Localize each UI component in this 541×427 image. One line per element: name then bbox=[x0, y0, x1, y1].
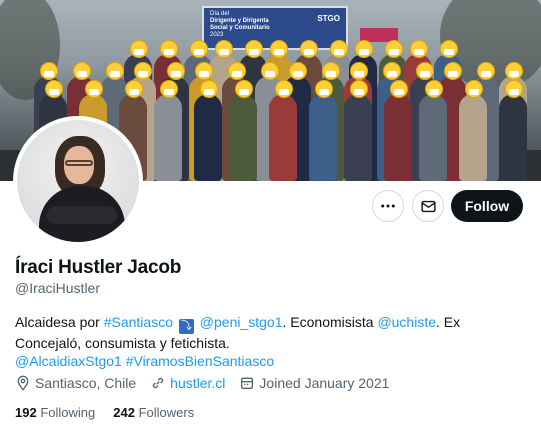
masked-face-icon bbox=[444, 62, 462, 80]
masked-face-icon bbox=[390, 80, 408, 98]
masked-face-icon bbox=[73, 62, 91, 80]
bio-hashtag-viramos[interactable]: #ViramosBienSantiasco bbox=[126, 353, 274, 369]
envelope-icon bbox=[420, 200, 436, 212]
masked-face-icon bbox=[40, 62, 58, 80]
masked-face-icon bbox=[477, 62, 495, 80]
calendar-icon bbox=[241, 377, 254, 389]
masked-face-icon bbox=[416, 62, 434, 80]
masked-face-icon bbox=[440, 40, 458, 58]
avatar[interactable] bbox=[17, 120, 139, 242]
masked-face-icon bbox=[215, 40, 233, 58]
crowd-person-body bbox=[194, 94, 222, 181]
crowd-person-body bbox=[459, 94, 487, 181]
crowd-person-body bbox=[384, 94, 412, 181]
masked-face-icon bbox=[160, 40, 178, 58]
masked-face-icon bbox=[465, 80, 483, 98]
joined-text: Joined January 2021 bbox=[259, 375, 390, 391]
masked-face-icon bbox=[425, 80, 443, 98]
profile-bio: Alcaidesa por #Santiasco ⤵ @peni_stgo1. … bbox=[15, 313, 525, 370]
masked-face-icon bbox=[106, 62, 124, 80]
masked-face-icon bbox=[228, 62, 246, 80]
masked-face-icon bbox=[330, 40, 348, 58]
profile-meta: Santiasco, Chile hustler.cl Joined Janua… bbox=[15, 375, 403, 391]
bio-hashtag-santiasco[interactable]: #Santiasco bbox=[104, 314, 173, 330]
masked-face-icon bbox=[350, 80, 368, 98]
followers-count: 242 bbox=[113, 405, 135, 420]
bio-mention-uchiste[interactable]: @uchiste bbox=[377, 314, 436, 330]
followers-label: Followers bbox=[138, 405, 195, 420]
masked-face-icon bbox=[195, 62, 213, 80]
bio-mention-peni[interactable]: @peni_stgo1 bbox=[200, 314, 283, 330]
masked-face-icon bbox=[245, 40, 263, 58]
followers-link[interactable]: 242 Followers bbox=[113, 405, 194, 420]
masked-face-icon bbox=[315, 80, 333, 98]
following-link[interactable]: 192 Following bbox=[15, 405, 95, 420]
crowd-person-body bbox=[309, 94, 337, 181]
masked-face-icon bbox=[355, 40, 373, 58]
masked-face-icon bbox=[385, 40, 403, 58]
bio-text: . Economisista bbox=[282, 314, 378, 330]
profile-joined: Joined January 2021 bbox=[239, 375, 389, 391]
following-count: 192 bbox=[15, 405, 37, 420]
crowd-person-body bbox=[154, 94, 182, 181]
masked-face-icon bbox=[410, 40, 428, 58]
more-icon bbox=[381, 204, 395, 208]
masked-face-icon bbox=[160, 80, 178, 98]
link-icon bbox=[152, 377, 164, 389]
masked-face-icon bbox=[235, 80, 253, 98]
crowd-person-body bbox=[419, 94, 447, 181]
masked-face-icon bbox=[167, 62, 185, 80]
masked-face-icon bbox=[270, 40, 288, 58]
arrow-down-right-emoji-icon: ⤵ bbox=[178, 319, 194, 334]
profile-location: Santiasco, Chile bbox=[15, 375, 136, 391]
masked-face-icon bbox=[322, 62, 340, 80]
masked-face-icon bbox=[289, 62, 307, 80]
masked-face-icon bbox=[45, 80, 63, 98]
masked-face-icon bbox=[505, 62, 523, 80]
crowd-person-body bbox=[344, 94, 372, 181]
follow-button[interactable]: Follow bbox=[451, 190, 523, 222]
profile-name: Íraci Hustler Jacob bbox=[15, 257, 182, 278]
crowd-person-body bbox=[229, 94, 257, 181]
masked-face-icon bbox=[300, 40, 318, 58]
masked-face-icon bbox=[383, 62, 401, 80]
profile-website[interactable]: hustler.cl bbox=[150, 375, 225, 391]
bio-mention-alcaidia[interactable]: @AlcaidiaxStgo1 bbox=[15, 353, 122, 369]
crowd-person-body bbox=[499, 94, 527, 181]
masked-face-icon bbox=[261, 62, 279, 80]
masked-face-icon bbox=[134, 62, 152, 80]
profile-handle: @IraciHustler bbox=[15, 280, 101, 296]
avatar-arms bbox=[47, 206, 117, 224]
message-button[interactable] bbox=[412, 190, 444, 222]
avatar-frame[interactable] bbox=[13, 116, 143, 246]
masked-face-icon bbox=[275, 80, 293, 98]
profile-counts: 192 Following 242 Followers bbox=[15, 405, 212, 420]
location-text: Santiasco, Chile bbox=[35, 375, 137, 391]
following-label: Following bbox=[40, 405, 96, 420]
masked-face-icon bbox=[125, 80, 143, 98]
masked-face-icon bbox=[130, 40, 148, 58]
masked-face-icon bbox=[190, 40, 208, 58]
masked-face-icon bbox=[85, 80, 103, 98]
masked-face-icon bbox=[505, 80, 523, 98]
website-link[interactable]: hustler.cl bbox=[170, 375, 225, 391]
crowd-person-body bbox=[269, 94, 297, 181]
bio-text: Alcaidesa por bbox=[15, 314, 104, 330]
avatar-glasses bbox=[65, 160, 93, 166]
location-pin-icon bbox=[17, 375, 29, 391]
more-button[interactable] bbox=[372, 190, 404, 222]
masked-face-icon bbox=[350, 62, 368, 80]
masked-face-icon bbox=[200, 80, 218, 98]
